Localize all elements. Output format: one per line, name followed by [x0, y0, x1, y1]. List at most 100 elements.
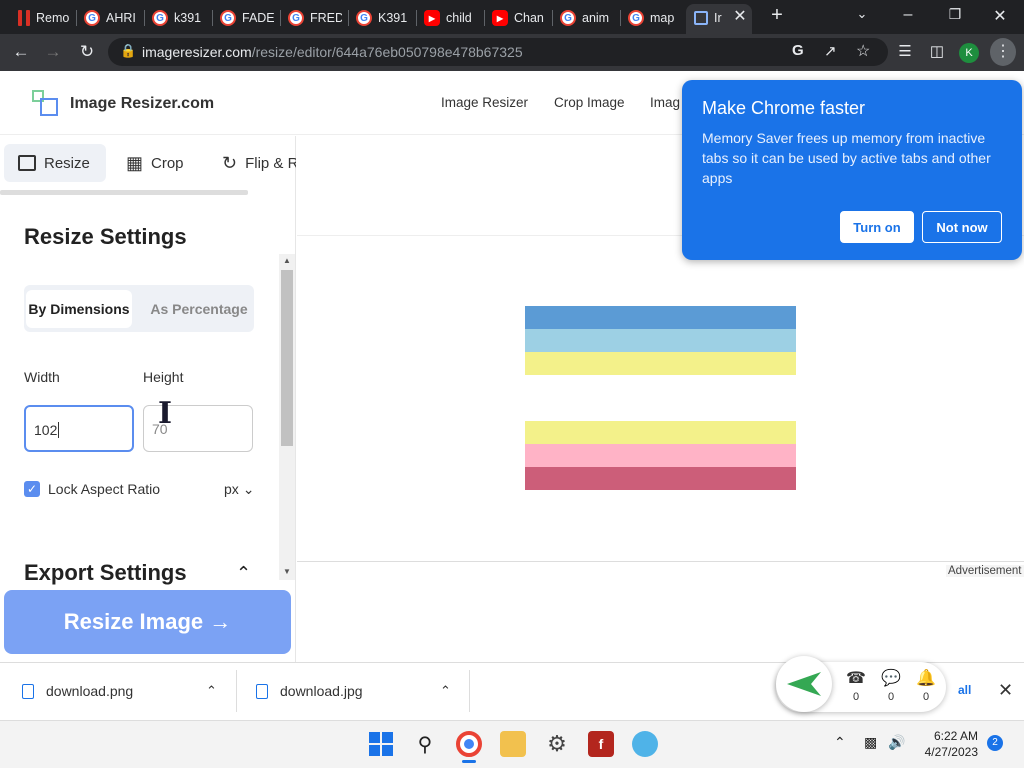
flash-app-icon[interactable]: f [588, 731, 614, 757]
tool-tab-flip[interactable]: ↻ Flip & R [208, 144, 296, 182]
tab-label: child [446, 11, 472, 25]
file-explorer-icon[interactable] [500, 731, 526, 757]
logo-text: Image Resizer.com [70, 95, 215, 112]
tab-separator [280, 10, 281, 26]
minimize-icon[interactable]: – [896, 6, 920, 24]
chevron-up-icon[interactable]: ⌃ [206, 683, 217, 699]
tab-7[interactable]: ▶ Chan [492, 6, 546, 30]
back-icon[interactable]: ← [10, 42, 32, 62]
close-tab-icon[interactable]: ✕ [728, 6, 752, 26]
chevron-up-icon[interactable]: ⌃ [440, 683, 451, 699]
side-panel-icon[interactable]: ◫ [926, 42, 948, 62]
panel-scrollbar-thumb[interactable] [281, 270, 293, 446]
image-stripe [525, 398, 796, 421]
tab-4[interactable]: G FRED [288, 6, 342, 30]
clock-date: 4/27/2023 [924, 745, 978, 759]
notification-badge[interactable]: 2 [987, 735, 1003, 751]
turn-on-button[interactable]: Turn on [840, 211, 914, 243]
download-item-jpg[interactable]: download.jpg [256, 683, 363, 699]
mode-as-percentage-button[interactable]: As Percentage [146, 290, 252, 328]
google-icon: G [356, 10, 372, 26]
active-app-indicator [462, 760, 476, 763]
close-download-bar-icon[interactable]: ✕ [998, 680, 1013, 701]
tab-separator [348, 10, 349, 26]
nav-image-resizer[interactable]: Image Resizer [441, 95, 528, 110]
paint-app-icon[interactable] [632, 731, 658, 757]
chrome-menu-icon[interactable]: ⋮ [990, 38, 1016, 66]
tab-0[interactable]: Remo [18, 6, 70, 30]
send-button[interactable] [776, 656, 832, 712]
width-input[interactable]: 102 [24, 405, 134, 452]
network-icon[interactable]: ▩ [864, 734, 877, 751]
tool-tab-label: Resize [44, 154, 90, 172]
bookmark-star-icon[interactable]: ☆ [856, 41, 870, 61]
tab-1[interactable]: G AHRI [84, 6, 138, 30]
scroll-down-arrow-icon[interactable]: ▼ [283, 567, 291, 576]
tab-5[interactable]: G K391 [356, 6, 410, 30]
tab-8[interactable]: Ganim [560, 6, 614, 30]
tab-separator [620, 10, 621, 26]
nav-crop-image[interactable]: Crop Image [554, 95, 625, 110]
window-close-icon[interactable]: ✕ [988, 6, 1012, 26]
mode-by-dimensions-button[interactable]: By Dimensions [26, 290, 132, 328]
red-bars-icon [26, 10, 30, 26]
taskbar-clock[interactable]: 6:22 AM 4/27/2023 [916, 728, 978, 760]
address-bar[interactable]: 🔒 imageresizer.com/resize/editor/644a76e… [108, 38, 888, 66]
tab-2[interactable]: Gk391 [152, 6, 206, 30]
unit-select[interactable]: px ⌄ [224, 481, 254, 498]
tab-label: anim [582, 11, 610, 25]
nav-image-more[interactable]: Imag [650, 95, 680, 110]
reload-icon[interactable]: ↻ [76, 42, 98, 62]
red-bars-icon [18, 10, 22, 26]
tab-label: map [650, 11, 675, 25]
download-filename: download.png [46, 683, 134, 699]
tab-search-chevron-icon[interactable]: ⌄ [850, 6, 874, 22]
tool-tab-label: Crop [151, 154, 184, 172]
height-label: Height [143, 369, 184, 385]
bell-icon[interactable]: 🔔 [914, 668, 938, 688]
tab-9[interactable]: Gmap [628, 6, 682, 30]
resize-image-button[interactable]: Resize Image → [4, 590, 291, 654]
resize-settings-title: Resize Settings [24, 224, 187, 249]
tool-tab-crop[interactable]: ▦ Crop [112, 144, 198, 182]
scroll-up-arrow-icon[interactable]: ▲ [283, 256, 291, 265]
media-queue-icon[interactable]: ☰ [894, 42, 916, 62]
settings-gear-icon[interactable]: ⚙ [544, 731, 570, 757]
profile-avatar[interactable]: K [959, 43, 979, 63]
google-lens-icon[interactable]: G [792, 42, 804, 59]
image-stripe [525, 375, 796, 398]
logo-mark-icon [32, 90, 60, 118]
show-all-downloads-link[interactable]: all [958, 683, 971, 697]
tab-6[interactable]: ▶ child [424, 6, 478, 30]
lock-icon: 🔒 [120, 43, 137, 58]
tab-separator [416, 10, 417, 26]
forward-icon[interactable]: → [42, 42, 64, 62]
export-settings-title: Export Settings [24, 560, 187, 585]
site-logo[interactable]: Image Resizer.com [32, 90, 214, 118]
chevron-up-icon[interactable]: ⌃ [236, 563, 251, 584]
windows-start-icon[interactable] [368, 731, 394, 757]
tool-tab-resize[interactable]: Resize [4, 144, 106, 182]
chat-count: 0 [887, 691, 895, 703]
share-icon[interactable]: ↗ [824, 42, 837, 60]
search-icon[interactable]: ⚲ [412, 731, 438, 757]
tool-tabs-scrollbar[interactable] [0, 190, 248, 195]
download-separator [469, 670, 470, 712]
tab-label: Chan [514, 11, 544, 25]
chrome-app-icon[interactable] [456, 731, 482, 757]
phone-icon[interactable]: ☎ [844, 668, 868, 688]
url-text: imageresizer.com/resize/editor/644a76eb0… [142, 44, 523, 60]
text-cursor-icon: I [158, 396, 173, 431]
download-item-png[interactable]: download.png [22, 683, 133, 699]
volume-icon[interactable]: 🔊 [888, 734, 905, 751]
new-tab-button[interactable]: + [765, 4, 789, 27]
lock-aspect-checkbox[interactable]: ✓ [24, 481, 40, 497]
tab-label: FRED [310, 11, 342, 25]
tray-overflow-chevron-icon[interactable]: ⌃ [834, 734, 846, 751]
chat-icon[interactable]: 💬 [879, 668, 903, 688]
not-now-button[interactable]: Not now [922, 211, 1002, 243]
tab-3[interactable]: G FADE [220, 6, 274, 30]
rotate-icon: ↻ [222, 152, 238, 173]
popup-title: Make Chrome faster [702, 98, 866, 118]
restore-icon[interactable]: ❐ [943, 6, 967, 23]
